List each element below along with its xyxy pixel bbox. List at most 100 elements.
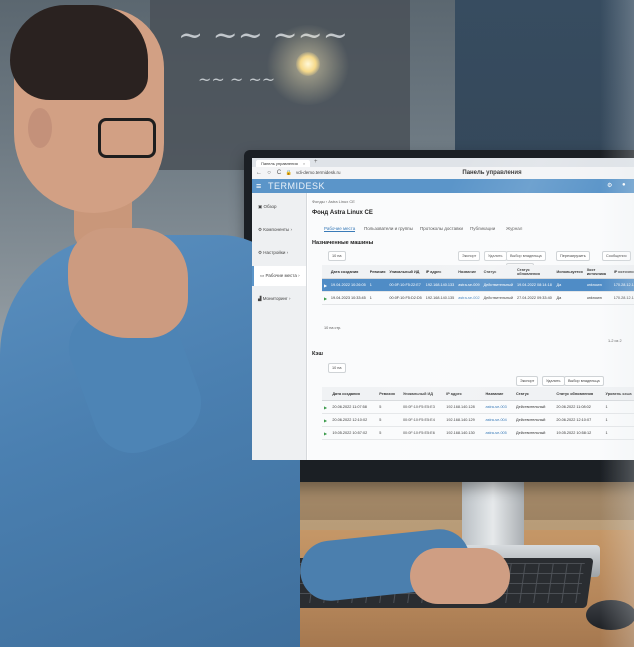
monitor-screen: Панель управления × + ← ○ C 🔒 vdi-demo.t…	[252, 158, 634, 460]
expand-arrow-icon[interactable]: ▶	[322, 413, 331, 427]
column-header[interactable]: IP адрес	[423, 265, 457, 279]
expand-column-header	[322, 265, 329, 279]
table-cell: 00:0F:10:F5:22:E7	[387, 278, 424, 292]
table-cell: 20.06.2022 11:08:02	[554, 400, 604, 414]
close-icon[interactable]: ×	[303, 161, 305, 166]
cache-export-button[interactable]: Экспорт	[516, 376, 539, 386]
pager-per-page[interactable]: 10 на стр.	[324, 326, 341, 330]
table-cell: 20.06.2022 12:10:02	[330, 413, 378, 427]
table-cell: 00:0F:10:F5:E5:E3	[400, 400, 445, 414]
column-header[interactable]: Используется	[554, 265, 585, 279]
expand-column-header	[322, 387, 331, 401]
table-row[interactable]: ▶ 19.04.2023 10:33:45 1 00:0F:10:F5:D2:D5 19…	[322, 291, 634, 305]
table-cell: 5	[377, 413, 401, 427]
export-button[interactable]: Экспорт	[458, 251, 481, 261]
table-cell: 00:0F:10:F5:D2:D5	[387, 291, 424, 305]
section-cache: Кэш	[312, 351, 323, 357]
table-cell: 19.05.2022 10:57:02	[330, 426, 378, 440]
table-row[interactable]: ▶ 19.04.2022 10:26:05 1 00:0F:10:F5:22:E7 19…	[322, 278, 634, 292]
expand-arrow-icon[interactable]: ▶	[322, 400, 331, 414]
table-cell: 5	[377, 400, 401, 414]
per-page-select[interactable]: 10 на	[328, 251, 346, 261]
table-cell: 192.168.140.128	[444, 400, 484, 414]
table-cell[interactable]: astra-se-009	[456, 278, 482, 292]
table-cell: 27.04.2022 09:33:40	[514, 291, 555, 305]
table-cell[interactable]: astra-se-002	[456, 291, 482, 305]
assigned-machines-table: Дата создания Ревизия Уникальный ИД IP адре…	[322, 265, 634, 305]
cache-per-page-select[interactable]: 10 на	[328, 363, 346, 373]
table-cell: 5	[377, 426, 401, 440]
table-cell: Да	[554, 278, 585, 292]
table-cell: 19.04.2022 08:14:18	[514, 278, 555, 292]
column-header[interactable]: Дата создания	[330, 387, 378, 401]
table-cell: 20.06.2022 12:10:07	[554, 413, 604, 427]
table-cell: 19.04.2023 10:33:45	[328, 291, 368, 305]
url-field[interactable]: vdi-demo.termidesk.ru	[296, 169, 416, 177]
edge-blur	[600, 0, 634, 647]
table-cell: Действительный	[514, 426, 555, 440]
reload-icon[interactable]: C	[275, 169, 283, 177]
delete-button[interactable]: Удалить	[484, 251, 507, 261]
forward-icon[interactable]: ○	[265, 169, 273, 177]
tab-publications[interactable]: Публикации	[470, 226, 495, 231]
pool-title: Фонд Astra Linux CE	[312, 210, 373, 216]
column-header[interactable]: Статус обновления	[554, 387, 604, 401]
column-header[interactable]: Ревизия	[367, 265, 388, 279]
table-cell[interactable]: astra-se-003	[483, 400, 515, 414]
cache-delete-button[interactable]: Удалить	[542, 376, 565, 386]
man-hair	[10, 5, 148, 100]
column-header[interactable]: Название	[483, 387, 515, 401]
column-header[interactable]: IP адрес	[444, 387, 484, 401]
browser-tab[interactable]: Панель управления ×	[256, 160, 311, 167]
table-row[interactable]: ▶ 20.06.2022 11:07:58 5 00:0F:10:F5:E5:E3 19…	[322, 400, 634, 414]
column-header[interactable]: Статус обновления	[514, 265, 555, 279]
main-content: Фонды › Astra Linux CE Фонд Astra Linux …	[308, 193, 634, 460]
tab-users-groups[interactable]: Пользователи и группы	[364, 226, 413, 231]
table-cell: Действительный	[481, 278, 515, 292]
sidebar: ▣ Обзор ⚙ Компоненты › ⚙ Настройки › ▭ Р…	[252, 193, 307, 460]
table-cell[interactable]: astra-se-005	[483, 426, 515, 440]
table-cell: 00:0F:10:F5:E5:E6	[400, 426, 445, 440]
sidebar-item-workplaces[interactable]: ▭ Рабочие места ›	[252, 266, 306, 286]
man-hand-keyboard	[410, 548, 510, 604]
expand-arrow-icon[interactable]: ▶	[322, 291, 329, 305]
column-header[interactable]: Уникальный ИД	[387, 265, 424, 279]
table-row[interactable]: ▶ 20.06.2022 12:10:02 5 00:0F:10:F5:E5:E4 19…	[322, 413, 634, 427]
table-row[interactable]: ▶ 19.05.2022 10:57:02 5 00:0F:10:F5:E5:E6 19…	[322, 426, 634, 440]
tab-workplaces[interactable]: Рабочие места	[324, 226, 356, 232]
cache-change-owner-button[interactable]: Выбор владельца	[564, 376, 604, 386]
sidebar-item-overview[interactable]: ▣ Обзор	[252, 197, 306, 217]
breadcrumb: Фонды › Astra Linux CE	[312, 199, 355, 204]
sidebar-item-label: Настройки	[263, 250, 286, 255]
tab-protocols[interactable]: Протоколы доставки	[420, 226, 463, 231]
expand-arrow-icon[interactable]: ▶	[322, 426, 331, 440]
sidebar-item-components[interactable]: ⚙ Компоненты ›	[252, 220, 306, 240]
hanging-lamp	[296, 52, 320, 76]
refresh-button[interactable]: Перезагрузить	[556, 251, 590, 261]
column-header[interactable]: Статус	[481, 265, 515, 279]
column-header[interactable]: Ревизия	[377, 387, 401, 401]
column-header[interactable]: Дата создания	[328, 265, 368, 279]
table-cell: 19.04.2022 10:26:05	[328, 278, 368, 292]
column-header[interactable]: Статус	[514, 387, 555, 401]
section-assigned-machines: Назначенные машины	[312, 240, 374, 246]
table-cell: 20.06.2022 11:07:58	[330, 400, 378, 414]
column-header[interactable]: Название	[456, 265, 482, 279]
sidebar-item-settings[interactable]: ⚙ Настройки ›	[252, 243, 306, 263]
change-owner-button[interactable]: Выбор владельца	[506, 251, 546, 261]
tab-journal[interactable]: Журнал	[506, 226, 522, 231]
table-cell: 192.168.140.133	[423, 278, 457, 292]
table-cell[interactable]: astra-se-004	[483, 413, 515, 427]
column-header[interactable]: Уникальный ИД	[400, 387, 445, 401]
new-tab-button[interactable]: +	[314, 159, 318, 165]
table-cell: 192.168.140.135	[423, 291, 457, 305]
sidebar-item-label: Рабочие места	[265, 273, 297, 278]
expand-arrow-icon[interactable]: ▶	[322, 278, 329, 292]
sidebar-item-label: Мониторинг	[262, 296, 288, 301]
back-arrow-icon[interactable]: ←	[255, 169, 263, 177]
sidebar-item-monitoring[interactable]: ▟ Мониторинг ›	[252, 289, 306, 309]
table-cell: Действительный	[514, 400, 555, 414]
menu-icon[interactable]: ≡	[256, 181, 261, 191]
table-cell: 1	[367, 278, 388, 292]
table-cell: Действительный	[481, 291, 515, 305]
